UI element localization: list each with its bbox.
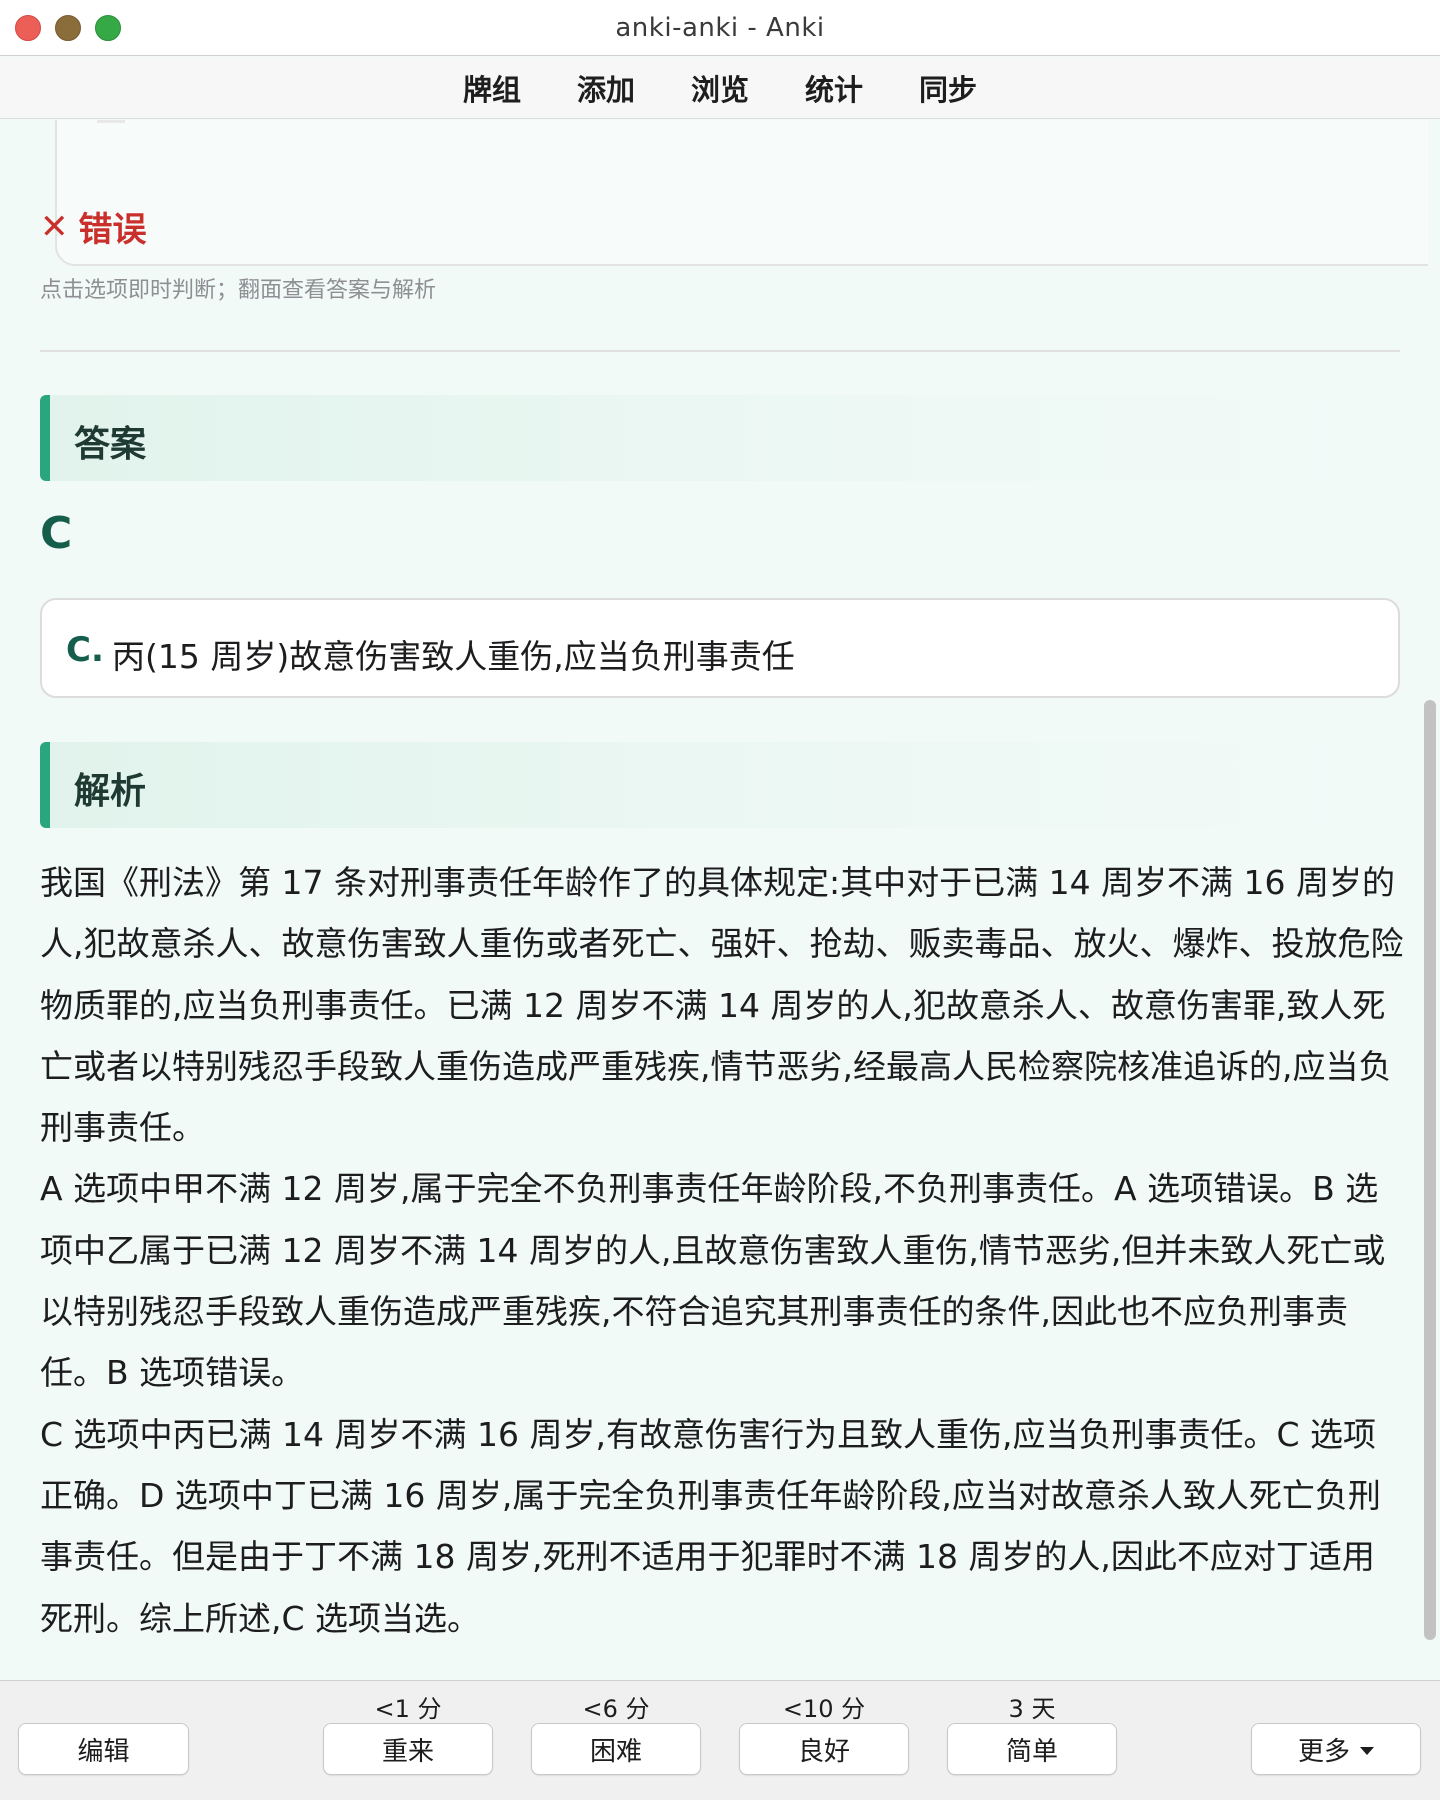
menu-browse[interactable]: 浏览 <box>691 67 749 109</box>
result-badge: ✕ 错误 <box>40 202 147 251</box>
hard-button[interactable]: 困难 <box>531 1723 701 1775</box>
menu-sync[interactable]: 同步 <box>919 67 977 109</box>
divider <box>97 120 125 123</box>
analysis-text: 我国《刑法》第 17 条对刑事责任年龄作了的具体规定:其中对于已满 14 周岁不… <box>40 852 1405 1649</box>
option-label: C. <box>66 630 104 670</box>
answer-heading-label: 答案 <box>74 424 147 465</box>
edit-button-label: 编辑 <box>77 1736 130 1767</box>
menu-stats[interactable]: 统计 <box>805 67 863 109</box>
divider <box>40 350 1400 352</box>
analysis-paragraph: C 选项中丙已满 14 周岁不满 16 周岁,有故意伤害行为且致人重伤,应当负刑… <box>40 1414 1381 1638</box>
title-bar: anki-anki - Anki <box>0 0 1440 56</box>
top-menu: 牌组 添加 浏览 统计 同步 <box>0 57 1440 119</box>
again-button[interactable]: 重来 <box>323 1723 493 1775</box>
anki-window: anki-anki - Anki 牌组 添加 浏览 统计 同步 ✕ 错误 点击选… <box>0 0 1440 1800</box>
again-button-label: 重来 <box>381 1736 434 1767</box>
answer-heading: 答案 <box>40 395 1400 481</box>
option-text: 丙(15 周岁)故意伤害致人重伤,应当负刑事责任 <box>112 637 795 676</box>
option-list-box <box>55 120 1428 266</box>
vertical-scrollbar[interactable] <box>1424 700 1436 1640</box>
good-button-label: 良好 <box>797 1736 850 1767</box>
chevron-down-icon <box>1360 1747 1374 1755</box>
window-title: anki-anki - Anki <box>615 13 825 43</box>
card-content: ✕ 错误 点击选项即时判断；翻面查看答案与解析 答案 C C. 丙(15 周岁)… <box>0 120 1428 1680</box>
cross-icon: ✕ <box>40 206 69 247</box>
easy-interval: 3 天 <box>1008 1695 1056 1723</box>
good-interval: <10 分 <box>782 1695 866 1723</box>
hard-interval: <6 分 <box>582 1695 650 1723</box>
hard-button-label: 困难 <box>589 1736 642 1767</box>
easy-button-label: 简单 <box>1005 1736 1058 1767</box>
more-button[interactable]: 更多 <box>1251 1723 1421 1775</box>
edit-button[interactable]: 编辑 <box>18 1723 189 1775</box>
analysis-heading: 解析 <box>40 742 1400 828</box>
again-interval: <1 分 <box>374 1695 442 1723</box>
menu-add[interactable]: 添加 <box>577 67 635 109</box>
analysis-heading-label: 解析 <box>74 771 147 812</box>
analysis-paragraph: 我国《刑法》第 17 条对刑事责任年龄作了的具体规定:其中对于已满 14 周岁不… <box>40 863 1404 1148</box>
answer-bar: 编辑 <1 分 重来 <6 分 困难 <10 分 良好 3 天 简单 更多 <box>0 1680 1440 1800</box>
answer-letter: C <box>40 508 73 559</box>
good-button[interactable]: 良好 <box>739 1723 909 1775</box>
analysis-paragraph: A 选项中甲不满 12 周岁,属于完全不负刑事责任年龄阶段,不负刑事责任。A 选… <box>40 1169 1386 1393</box>
result-label: 错误 <box>78 210 147 250</box>
menu-decks[interactable]: 牌组 <box>463 67 521 109</box>
easy-button[interactable]: 简单 <box>947 1723 1117 1775</box>
more-button-label: 更多 <box>1297 1736 1350 1767</box>
correct-option-box: C. 丙(15 周岁)故意伤害致人重伤,应当负刑事责任 <box>40 598 1400 698</box>
hint-text: 点击选项即时判断；翻面查看答案与解析 <box>40 278 437 303</box>
